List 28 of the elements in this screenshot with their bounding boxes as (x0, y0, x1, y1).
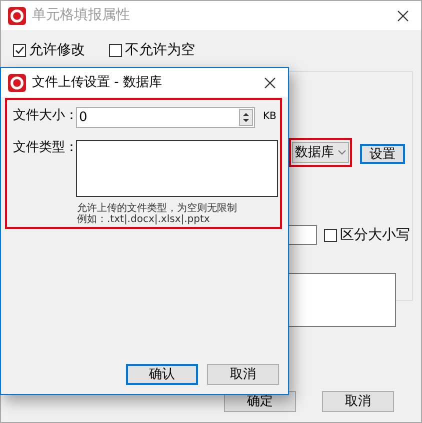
checkbox-label: 允许修改 (29, 43, 85, 57)
unit-label: KB (263, 112, 276, 122)
dropdown-value: 数据库 (295, 146, 334, 159)
button[interactable]: 取消 (207, 364, 279, 385)
hint-text: 允许上传的文件类型，为空则无限制 (77, 204, 237, 214)
number-field[interactable]: 0 (76, 107, 255, 128)
checkbox-label: 区分大小写 (340, 228, 410, 242)
hint-text: 例如：.txt|.docx|.xlsx|.pptx (77, 215, 210, 225)
field-label: 文件大小： (13, 109, 78, 122)
checkbox-label: 不允许为空 (125, 43, 195, 57)
close-icon[interactable] (264, 76, 276, 88)
checkbox[interactable] (13, 44, 26, 56)
chevron-icon (338, 150, 346, 155)
button[interactable]: 确认 (126, 364, 198, 385)
field-label: 文件类型： (13, 141, 78, 154)
close-icon[interactable] (397, 10, 409, 22)
window-title: 单元格填报属性 (32, 6, 131, 25)
checkbox[interactable] (109, 44, 122, 56)
source-dropdown[interactable]: 数据库 (289, 138, 352, 167)
text-area[interactable] (76, 140, 278, 197)
field-value: 0 (78, 111, 88, 124)
app-icon (8, 6, 26, 24)
button[interactable]: 取消 (322, 391, 394, 412)
app-icon (8, 74, 26, 92)
dialog-title: 文件上传设置 - 数据库 (32, 74, 163, 92)
spinner-icon[interactable] (239, 109, 253, 126)
settings-button[interactable]: 设置 (360, 144, 405, 164)
checkbox[interactable] (324, 228, 337, 242)
